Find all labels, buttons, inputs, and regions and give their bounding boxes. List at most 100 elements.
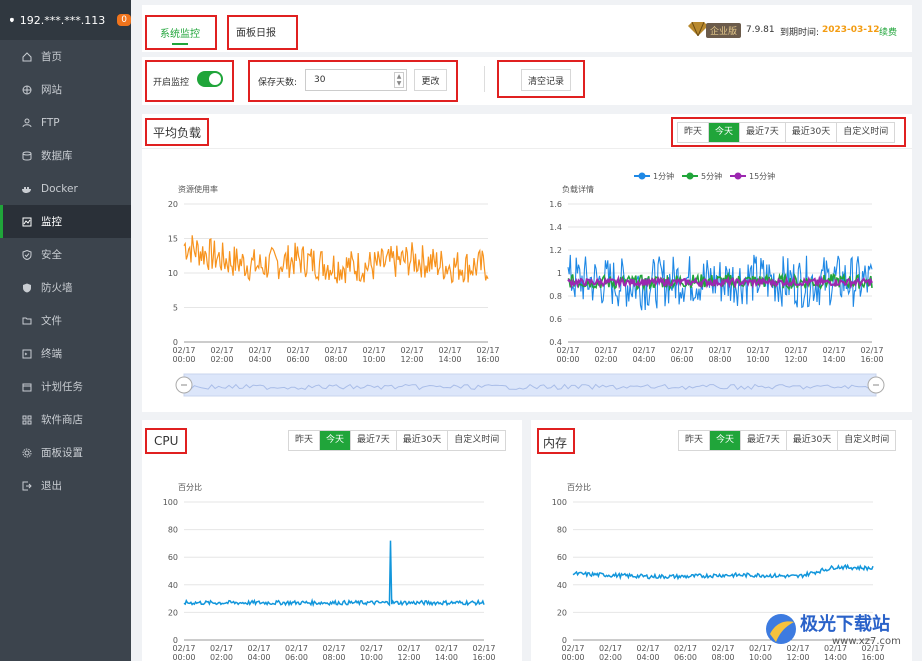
x-tick-label: 02/17 <box>746 346 769 355</box>
home-icon <box>22 51 32 62</box>
x-tick-label: 02/17 <box>476 346 499 355</box>
x-tick-label: 02:00 <box>594 355 617 364</box>
y-tick-label: 1.4 <box>549 223 562 232</box>
x-tick-label: 00:00 <box>556 355 579 364</box>
sidebar-item-10[interactable]: 计划任务 <box>0 370 131 403</box>
sidebar-item-7[interactable]: 防火墙 <box>0 271 131 304</box>
x-tick-label: 02:00 <box>599 653 622 661</box>
sidebar-item-label: Docker <box>41 182 78 195</box>
sidebar-item-12[interactable]: 面板设置 <box>0 436 131 469</box>
x-tick-label: 10:00 <box>362 355 385 364</box>
range-option-4[interactable]: 自定义时间 <box>448 431 505 450</box>
sidebar-item-13[interactable]: 退出 <box>0 469 131 502</box>
server-header[interactable]: 192.***.***.113 0 <box>0 0 131 40</box>
x-tick-label: 14:00 <box>438 355 461 364</box>
sidebar-item-label: 终端 <box>41 348 62 360</box>
x-tick-label: 00:00 <box>172 653 195 661</box>
watermark: 极光下载站 www.xz7.com <box>760 606 920 658</box>
sidebar-item-label: 退出 <box>41 480 62 492</box>
sidebar-item-label: 计划任务 <box>41 381 83 393</box>
x-tick-label: 02/17 <box>711 644 734 653</box>
x-tick-label: 06:00 <box>674 653 697 661</box>
x-tick-label: 02/17 <box>708 346 731 355</box>
expire-label: 到期时间: <box>780 28 820 38</box>
x-tick-label: 02/17 <box>674 644 697 653</box>
x-tick-label: 02/17 <box>248 346 271 355</box>
expire-date: 2023-03-12 <box>822 25 880 35</box>
x-tick-label: 02/17 <box>556 346 579 355</box>
database-icon <box>22 151 32 161</box>
y-tick-label: 40 <box>168 581 178 590</box>
notification-badge[interactable]: 0 <box>117 14 131 26</box>
x-tick-label: 02/17 <box>247 644 270 653</box>
range-option-0[interactable]: 昨天 <box>679 431 711 450</box>
range-option-1[interactable]: 今天 <box>710 431 742 450</box>
x-tick-label: 02:00 <box>210 355 233 364</box>
x-tick-label: 02/17 <box>362 346 385 355</box>
x-tick-label: 16:00 <box>476 355 499 364</box>
x-tick-label: 02/17 <box>822 346 845 355</box>
watermark-logo-icon <box>766 614 796 644</box>
y-tick-label: 0.8 <box>549 292 562 301</box>
y-tick-label: 1.2 <box>549 246 562 255</box>
series-line <box>183 540 485 608</box>
x-tick-label: 02/17 <box>599 644 622 653</box>
renew-link[interactable]: 续费 <box>879 25 897 38</box>
sidebar-item-9[interactable]: 终端 <box>0 337 131 370</box>
x-tick-label: 02/17 <box>860 346 883 355</box>
x-tick-label: 02/17 <box>172 346 195 355</box>
x-tick-label: 02/17 <box>632 346 655 355</box>
globe-icon <box>22 85 32 95</box>
x-tick-label: 08:00 <box>322 653 345 661</box>
firewall-icon <box>22 283 32 293</box>
range-option-1[interactable]: 今天 <box>320 431 352 450</box>
range-option-2[interactable]: 最近7天 <box>741 431 787 450</box>
range-option-0[interactable]: 昨天 <box>289 431 321 450</box>
highlight-box <box>537 428 575 454</box>
x-tick-label: 14:00 <box>435 653 458 661</box>
y-tick-label: 20 <box>168 608 178 617</box>
sidebar-item-label: 面板设置 <box>41 447 83 459</box>
sidebar-item-0[interactable]: 首页 <box>0 40 131 73</box>
cpu-chart: 02040608010002/1700:0002/1702:0002/1704:… <box>163 482 496 661</box>
x-tick-label: 10:00 <box>360 653 383 661</box>
range-option-4[interactable]: 自定义时间 <box>838 431 895 450</box>
terminal-icon <box>22 349 32 359</box>
highlight-box <box>145 428 187 454</box>
x-tick-label: 00:00 <box>172 355 195 364</box>
divider <box>484 66 485 92</box>
sidebar-item-1[interactable]: 网站 <box>0 73 131 106</box>
legend-marker <box>638 172 646 180</box>
y-tick-label: 80 <box>557 526 567 535</box>
sidebar-item-label: FTP <box>41 116 60 129</box>
x-tick-label: 02/17 <box>172 644 195 653</box>
range-option-2[interactable]: 最近7天 <box>351 431 397 450</box>
x-tick-label: 02/17 <box>324 346 347 355</box>
sidebar-item-6[interactable]: 安全 <box>0 238 131 271</box>
sidebar-item-5[interactable]: 监控 <box>0 205 131 238</box>
highlight-box <box>145 60 234 102</box>
sidebar-item-3[interactable]: 数据库 <box>0 139 131 172</box>
x-tick-label: 02/17 <box>561 644 584 653</box>
x-tick-label: 08:00 <box>324 355 347 364</box>
sidebar-item-label: 首页 <box>41 51 62 63</box>
series-line <box>183 235 489 284</box>
x-tick-label: 02/17 <box>594 346 617 355</box>
sidebar-item-11[interactable]: 软件商店 <box>0 403 131 436</box>
sidebar-item-label: 防火墙 <box>41 282 73 294</box>
legend-marker <box>734 172 742 180</box>
x-tick-label: 02/17 <box>636 644 659 653</box>
y-tick-label: 1 <box>557 269 562 278</box>
range-option-3[interactable]: 最近30天 <box>787 431 839 450</box>
sidebar-item-8[interactable]: 文件 <box>0 304 131 337</box>
range-selector-memory: 昨天 今天 最近7天 最近30天 自定义时间 <box>678 430 897 451</box>
sidebar-item-2[interactable]: FTP <box>0 106 131 139</box>
sidebar-item-4[interactable]: Docker <box>0 172 131 205</box>
range-option-3[interactable]: 最近30天 <box>397 431 449 450</box>
highlight-box <box>145 15 217 50</box>
calendar-icon <box>22 382 32 392</box>
sidebar-item-label: 数据库 <box>41 150 73 162</box>
sidebar-item-label: 文件 <box>41 315 62 327</box>
y-tick-label: 10 <box>168 269 178 278</box>
shield-icon <box>10 17 14 23</box>
